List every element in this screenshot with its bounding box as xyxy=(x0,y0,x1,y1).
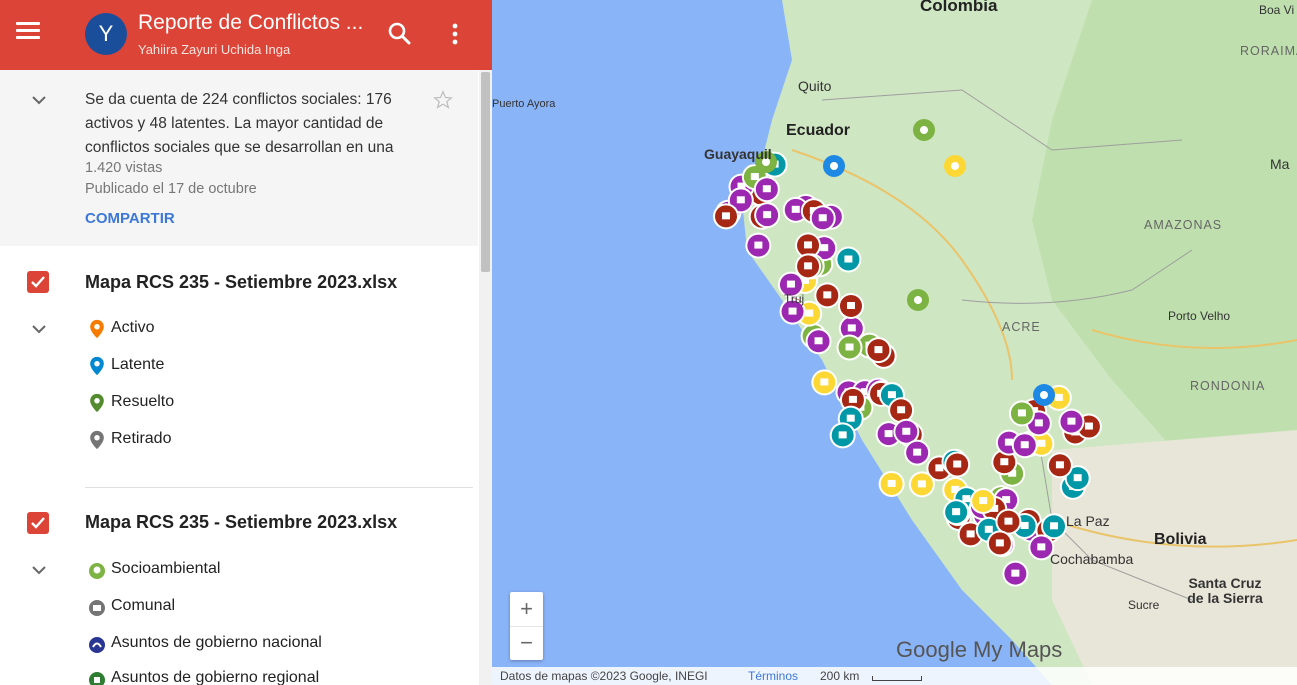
side-panel: Y Reporte de Conflictos ... Yahiira Zayu… xyxy=(0,0,492,685)
panel-scrollbar[interactable] xyxy=(479,70,492,685)
conflict-marker[interactable] xyxy=(805,328,832,355)
label-cochabamba: Cochabamba xyxy=(1050,551,1134,567)
label-guayaquil: Guayaquil xyxy=(704,146,772,162)
layer-2-title[interactable]: Mapa RCS 235 - Setiembre 2023.xlsx xyxy=(85,512,397,533)
layer-2-checkbox[interactable] xyxy=(27,512,49,534)
conflict-marker[interactable] xyxy=(904,439,931,466)
share-button[interactable]: COMPARTIR xyxy=(85,210,175,227)
label-rondonia: RONDONIA xyxy=(1190,379,1266,393)
label-bolivia: Bolivia xyxy=(1154,531,1207,548)
conflict-marker[interactable] xyxy=(753,176,780,203)
star-icon[interactable] xyxy=(433,90,453,110)
government-circle-icon xyxy=(88,634,106,654)
conflict-marker[interactable] xyxy=(811,369,838,396)
conflict-marker[interactable] xyxy=(943,499,970,526)
conflict-marker[interactable] xyxy=(944,451,971,478)
conflict-marker[interactable] xyxy=(745,232,772,259)
conflict-marker[interactable] xyxy=(835,246,862,273)
label-amazonas: AMAZONAS xyxy=(1144,218,1223,232)
layer-1-title[interactable]: Mapa RCS 235 - Setiembre 2023.xlsx xyxy=(85,272,397,293)
blue-pin-icon xyxy=(88,356,106,376)
conflict-marker[interactable] xyxy=(1046,452,1073,479)
conflict-marker[interactable] xyxy=(907,289,929,311)
published-date: Publicado el 17 de octubre xyxy=(85,181,257,197)
conflict-marker[interactable] xyxy=(836,334,863,361)
scale-label: 200 km xyxy=(820,669,860,683)
label-puerto-ayora: Puerto Ayora xyxy=(492,98,556,110)
zoom-control: + − xyxy=(510,592,543,660)
map-footer: Datos de mapas ©2023 Google, INEGI Térmi… xyxy=(492,667,1297,685)
label-ma: Ma xyxy=(1270,156,1290,172)
conflict-marker[interactable] xyxy=(823,155,845,177)
zoom-in-button[interactable]: + xyxy=(510,592,543,627)
label-santa-cruz: Santa Cruz de la Sierra xyxy=(1187,575,1263,606)
conflict-marker[interactable] xyxy=(913,119,935,141)
map-canvas[interactable]: Colombia Boa Vi RORAIMA Quito Puerto Ayo… xyxy=(492,0,1297,685)
label-quito: Quito xyxy=(798,78,832,94)
conflict-marker[interactable] xyxy=(1008,400,1035,427)
map-title[interactable]: Reporte de Conflictos ... xyxy=(138,11,363,35)
views-count: 1.420 vistas xyxy=(85,160,163,176)
conflict-marker[interactable] xyxy=(908,471,935,498)
map-background xyxy=(713,0,1297,685)
conflict-marker[interactable] xyxy=(865,337,892,364)
chevron-down-icon[interactable] xyxy=(31,92,47,108)
label-sucre: Sucre xyxy=(1128,598,1160,612)
conflict-marker[interactable] xyxy=(1002,560,1029,587)
conflict-marker[interactable] xyxy=(1033,384,1055,406)
orange-pin-icon xyxy=(88,319,106,339)
layer-1-checkbox[interactable] xyxy=(27,271,49,293)
green-pin-icon xyxy=(88,393,106,413)
description-text: Se da cuenta de 224 conflictos sociales:… xyxy=(85,91,394,156)
conflict-marker[interactable] xyxy=(713,203,740,230)
author-name: Yahiira Zayuri Uchida Inga xyxy=(138,42,291,57)
label-colombia: Colombia xyxy=(920,0,998,15)
regional-circle-icon xyxy=(88,669,106,685)
conflict-marker[interactable] xyxy=(809,205,836,232)
more-options-icon[interactable] xyxy=(445,19,465,49)
terms-link[interactable]: Términos xyxy=(748,669,798,683)
zoom-out-button[interactable]: − xyxy=(510,626,543,660)
conflict-marker[interactable] xyxy=(1041,513,1068,540)
conflict-marker[interactable] xyxy=(944,155,966,177)
gray-pin-icon xyxy=(88,430,106,450)
conflict-marker[interactable] xyxy=(1058,408,1085,435)
layer-divider xyxy=(85,487,473,488)
label-ecuador: Ecuador xyxy=(786,122,851,139)
conflict-marker[interactable] xyxy=(837,293,864,320)
search-icon[interactable] xyxy=(385,19,415,49)
conflict-marker[interactable] xyxy=(878,470,905,497)
label-la-paz: La Paz xyxy=(1066,513,1110,529)
conflict-marker[interactable] xyxy=(754,202,781,229)
scale-bar xyxy=(872,676,922,681)
conflict-marker[interactable] xyxy=(970,488,997,515)
label-acre: ACRE xyxy=(1002,320,1041,334)
conflict-marker[interactable] xyxy=(814,282,841,309)
label-trujillo: Truj xyxy=(784,292,805,306)
panel-header: Y Reporte de Conflictos ... Yahiira Zayu… xyxy=(0,0,492,70)
community-circle-icon xyxy=(88,597,106,617)
menu-icon[interactable] xyxy=(16,22,40,42)
scroll-thumb[interactable] xyxy=(481,72,490,272)
conflict-marker[interactable] xyxy=(986,530,1013,557)
map-data-credit: Datos de mapas ©2023 Google, INEGI xyxy=(500,669,708,683)
conflict-marker[interactable] xyxy=(1011,432,1038,459)
chevron-down-icon[interactable] xyxy=(31,562,47,578)
label-roraima: RORAIMA xyxy=(1240,44,1297,58)
map-description: Se da cuenta de 224 conflictos sociales:… xyxy=(0,70,478,246)
chevron-down-icon[interactable] xyxy=(31,321,47,337)
label-porto-velho: Porto Velho xyxy=(1168,309,1231,323)
label-boa-vista: Boa Vi xyxy=(1259,3,1295,17)
conflict-marker[interactable] xyxy=(829,422,856,449)
leaf-circle-icon xyxy=(88,560,106,580)
avatar[interactable]: Y xyxy=(85,13,127,55)
google-my-maps-logo: Google My Maps xyxy=(896,637,1063,662)
